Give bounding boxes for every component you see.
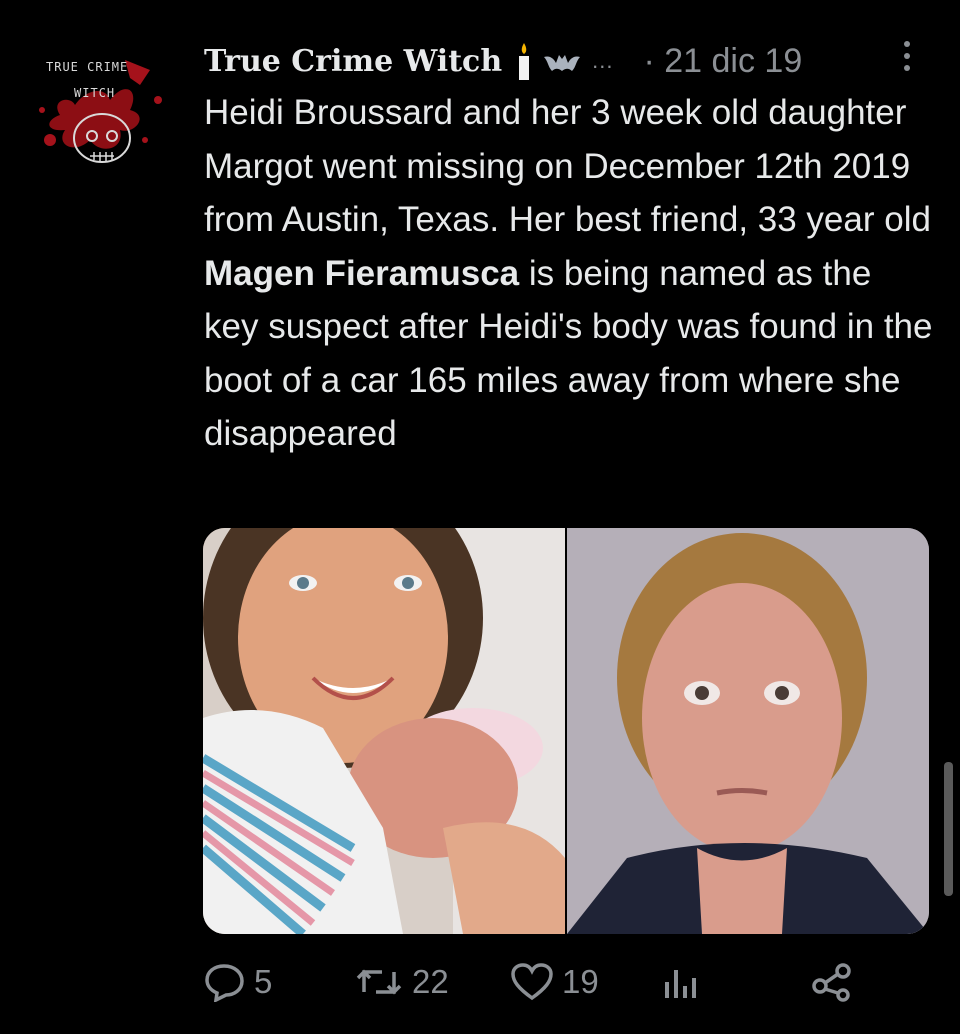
heart-icon — [511, 963, 553, 1001]
more-options-icon[interactable] — [900, 38, 914, 74]
mugshot-photo[interactable] — [567, 528, 929, 934]
woman-holding-newborn-photo[interactable] — [203, 528, 565, 934]
share-icon — [812, 963, 851, 1002]
avatar[interactable]: TRUE CRIME WITCH — [30, 40, 180, 180]
retweet-count: 22 — [412, 963, 449, 1000]
bat-emoji-icon — [544, 55, 581, 71]
candle-emoji-icon — [519, 43, 530, 80]
tweet-text: Heidi Broussard and her 3 week old daugh… — [204, 86, 934, 461]
avatar-text-bottom: WITCH — [74, 86, 116, 100]
reply-icon — [205, 964, 244, 1002]
avatar-text-top: TRUE CRIME — [46, 60, 129, 74]
retweet-button[interactable]: 22 — [354, 962, 449, 1002]
share-button[interactable] — [810, 962, 854, 1002]
name-ellipsis: ... — [592, 48, 614, 73]
tweet-media[interactable] — [203, 528, 929, 934]
tweet-actions: 5 22 19 — [204, 962, 904, 1018]
like-count: 19 — [562, 963, 599, 1000]
reply-count: 5 — [254, 963, 273, 1000]
analytics-button[interactable] — [662, 962, 698, 1002]
reply-button[interactable]: 5 — [204, 962, 272, 1002]
scrollbar[interactable] — [944, 762, 953, 896]
tweet-text-part1: Heidi Broussard and her 3 week old daugh… — [204, 93, 931, 239]
analytics-icon — [665, 970, 696, 998]
tweet-date[interactable]: · 21 dic 19 — [643, 42, 802, 81]
tweet-header: True Crime Witch ... · 21 dic 19 — [204, 36, 924, 86]
suspect-name: Magen Fieramusca — [204, 253, 520, 293]
like-button[interactable]: 19 — [510, 962, 599, 1002]
retweet-icon — [356, 969, 402, 995]
author-display-name[interactable]: True Crime Witch — [204, 44, 502, 79]
